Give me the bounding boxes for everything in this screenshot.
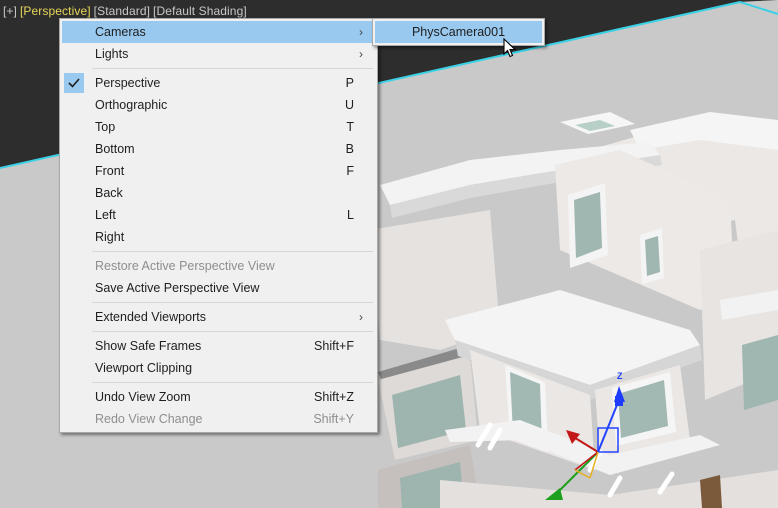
- menu-item-extended-viewports[interactable]: Extended Viewports ›: [62, 306, 375, 328]
- menu-item-perspective-label: Perspective: [95, 76, 161, 90]
- menu-separator: [92, 251, 373, 252]
- shortcut-label: F: [346, 164, 354, 178]
- menu-separator: [92, 382, 373, 383]
- shortcut-label: B: [345, 142, 354, 156]
- menu-item-show-safe-frames[interactable]: Show Safe Frames Shift+F: [62, 335, 375, 357]
- menu-item-top[interactable]: Top T: [62, 116, 375, 138]
- menu-item-bottom-label: Bottom: [95, 142, 135, 156]
- checkmark-icon: [64, 73, 84, 93]
- shortcut-label: P: [345, 76, 354, 90]
- chevron-right-icon: ›: [359, 25, 363, 39]
- gizmo-z-axis-label: Z: [617, 371, 623, 381]
- menu-item-lights-label: Lights: [95, 47, 129, 61]
- menu-item-restore-perspective: Restore Active Perspective View: [62, 255, 375, 277]
- viewport-point-of-view-menu: Cameras › Lights › Perspective P Orthogr…: [59, 18, 378, 433]
- submenu-item-physcamera001-label: PhysCamera001: [411, 25, 506, 39]
- menu-item-undo-view-zoom[interactable]: Undo View Zoom Shift+Z: [62, 386, 375, 408]
- shortcut-label: T: [346, 120, 354, 134]
- menu-item-bottom[interactable]: Bottom B: [62, 138, 375, 160]
- mouse-cursor-icon: [503, 37, 517, 63]
- menu-separator: [92, 302, 373, 303]
- menu-item-front[interactable]: Front F: [62, 160, 375, 182]
- menu-item-left-label: Left: [95, 208, 116, 222]
- menu-item-redo-view-change: Redo View Change Shift+Y: [62, 408, 375, 430]
- menu-item-orthographic-label: Orthographic: [95, 98, 168, 112]
- menu-item-front-label: Front: [95, 164, 125, 178]
- menu-item-extended-viewports-label: Extended Viewports: [95, 310, 206, 324]
- viewport-plus-menu[interactable]: [+]: [3, 4, 17, 18]
- menu-item-right[interactable]: Right: [62, 226, 375, 248]
- shortcut-label: Shift+F: [314, 339, 354, 353]
- menu-item-top-label: Top: [95, 120, 116, 134]
- menu-item-viewport-clipping[interactable]: Viewport Clipping: [62, 357, 375, 379]
- menu-item-perspective[interactable]: Perspective P: [62, 72, 375, 94]
- menu-separator: [92, 331, 373, 332]
- shortcut-label: Shift+Y: [313, 412, 354, 426]
- menu-item-back-label: Back: [95, 186, 123, 200]
- menu-item-redo-view-change-label: Redo View Change: [95, 412, 203, 426]
- menu-item-cameras-label: Cameras: [95, 25, 146, 39]
- menu-item-orthographic[interactable]: Orthographic U: [62, 94, 375, 116]
- viewport-shading-label[interactable]: [Default Shading]: [153, 4, 247, 18]
- menu-separator: [92, 68, 373, 69]
- menu-item-cameras[interactable]: Cameras ›: [62, 21, 375, 43]
- chevron-right-icon: ›: [359, 310, 363, 324]
- menu-item-show-safe-frames-label: Show Safe Frames: [95, 339, 202, 353]
- shortcut-label: L: [347, 208, 354, 222]
- shortcut-label: Shift+Z: [314, 390, 354, 404]
- viewport-view-label[interactable]: [Perspective]: [20, 4, 91, 18]
- menu-item-save-perspective[interactable]: Save Active Perspective View: [62, 277, 375, 299]
- menu-item-restore-perspective-label: Restore Active Perspective View: [95, 259, 275, 273]
- menu-item-right-label: Right: [95, 230, 125, 244]
- viewport-label-bar: [+] [Perspective] [Standard] [Default Shadi…: [3, 4, 250, 18]
- cameras-submenu: PhysCamera001: [372, 18, 545, 46]
- viewport-mode-label[interactable]: [Standard]: [94, 4, 150, 18]
- shortcut-label: U: [344, 98, 354, 112]
- menu-item-save-perspective-label: Save Active Perspective View: [95, 281, 260, 295]
- menu-item-back[interactable]: Back: [62, 182, 375, 204]
- menu-item-left[interactable]: Left L: [62, 204, 375, 226]
- menu-item-viewport-clipping-label: Viewport Clipping: [95, 361, 193, 375]
- menu-item-lights[interactable]: Lights ›: [62, 43, 375, 65]
- chevron-right-icon: ›: [359, 47, 363, 61]
- menu-item-undo-view-zoom-label: Undo View Zoom: [95, 390, 191, 404]
